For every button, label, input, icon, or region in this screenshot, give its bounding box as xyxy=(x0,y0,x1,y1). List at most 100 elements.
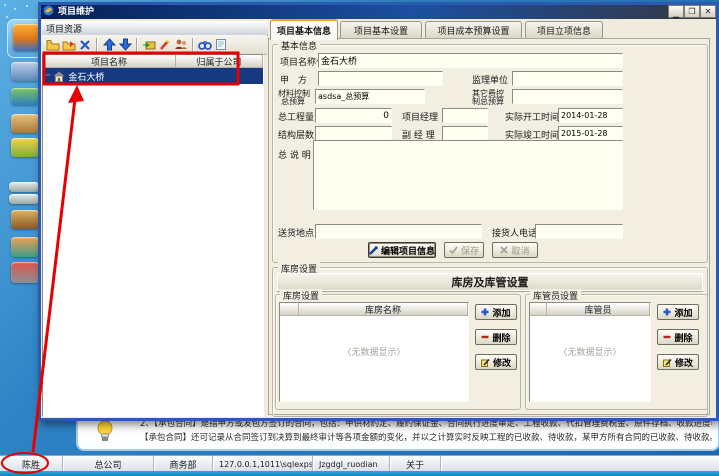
tab-project-basic-settings[interactable]: 项目基本设置 xyxy=(340,21,422,39)
actual-start-date-input[interactable] xyxy=(558,108,623,123)
assign-icon[interactable] xyxy=(141,37,157,53)
folder-edit-icon[interactable] xyxy=(61,37,77,53)
keeper-modify-button[interactable]: 修改 xyxy=(657,354,699,370)
deputy-manager-input[interactable] xyxy=(442,126,488,141)
minimize-button[interactable]: ▁ xyxy=(668,5,684,18)
materials-module-icon[interactable] xyxy=(11,88,39,105)
cancel-button-label: 取消 xyxy=(511,244,529,257)
keeper-add-button[interactable]: 添加 xyxy=(657,304,699,320)
actual-start-date-label: 实际开工时间 xyxy=(505,110,559,123)
bottom-blue-strip xyxy=(0,471,719,476)
statusbar-user: 陈胜 xyxy=(0,456,63,472)
people-module-icon[interactable] xyxy=(11,237,39,257)
user-assign-icon[interactable] xyxy=(173,37,189,53)
move-down-icon[interactable] xyxy=(117,37,133,53)
warehouse-modify-label: 修改 xyxy=(493,356,511,369)
edit-project-button-label: 编辑项目信息 xyxy=(381,244,435,257)
edit-pen-icon xyxy=(369,246,378,255)
worker-module-icon[interactable] xyxy=(13,24,40,51)
project-manager-input[interactable] xyxy=(442,108,488,123)
open-folder-icon[interactable] xyxy=(45,37,61,53)
close-button[interactable]: ✕ xyxy=(700,5,716,18)
report-icon[interactable] xyxy=(213,37,229,53)
tree-column-project-name[interactable]: 项目名称 xyxy=(43,55,176,67)
warehouse-list[interactable]: 库房名称 〈无数据显示〉 xyxy=(279,302,469,402)
money-module-icon[interactable] xyxy=(11,138,39,157)
tab-project-approval-info[interactable]: 项目立项信息 xyxy=(525,21,603,39)
save-check-icon xyxy=(449,246,458,254)
total-quantity-label: 总工程量 xyxy=(278,110,314,123)
supervision-unit-label: 监理单位 xyxy=(472,73,508,86)
statusbar-company: 总公司 xyxy=(63,456,154,472)
project-house-icon xyxy=(53,71,65,82)
structure-floors-label: 结构层数 xyxy=(278,128,314,141)
tab-project-basic-info[interactable]: 项目基本信息 xyxy=(270,19,338,40)
cards-coins-module-icon[interactable] xyxy=(11,210,39,229)
tree-row-selected[interactable]: ─ 金石大桥 xyxy=(43,68,263,84)
warehouse-list-header: 库房名称 xyxy=(280,303,468,316)
structure-floors-input[interactable] xyxy=(315,126,392,141)
tree-toolbar xyxy=(42,35,267,55)
modify-pencil-icon xyxy=(481,358,490,367)
cancel-button[interactable]: 取消 xyxy=(492,242,538,258)
desktop: 2、【承包合同】是指甲方或发包方签订的合同，包括：甲供材约定、履约保证金、合同执… xyxy=(0,0,719,476)
material-budget-input[interactable] xyxy=(315,89,425,104)
desktop-dots-pattern xyxy=(4,4,6,6)
eraser-pen-icon[interactable] xyxy=(157,37,173,53)
keeper-list-header: 库管员 xyxy=(530,303,650,316)
save-button[interactable]: 保存 xyxy=(444,242,484,258)
search-binoculars-icon[interactable] xyxy=(197,37,213,53)
toolbar-separator-3 xyxy=(192,38,194,52)
maximize-button[interactable]: ❐ xyxy=(684,5,700,18)
keeper-modify-label: 修改 xyxy=(675,356,693,369)
warehouse-name-column[interactable]: 库房名称 xyxy=(299,303,468,315)
party-a-input[interactable] xyxy=(318,71,443,86)
tree-header-row: 项目名称 归属于公司 xyxy=(43,55,263,68)
keeper-column[interactable]: 库管员 xyxy=(547,303,650,315)
project-name-input[interactable] xyxy=(318,53,623,68)
toolbox-module-icon[interactable] xyxy=(11,262,39,283)
toolbar-separator xyxy=(96,38,98,52)
statusbar-department: 商务部 xyxy=(154,456,213,472)
statusbar-about[interactable]: 关于 xyxy=(390,456,441,472)
server-list-icon-2[interactable] xyxy=(9,194,39,204)
other-fee-budget-input[interactable] xyxy=(512,89,623,104)
total-quantity-input[interactable] xyxy=(315,108,392,123)
tree-connector: ─ xyxy=(45,71,50,81)
edit-project-button[interactable]: 编辑项目信息 xyxy=(368,242,436,258)
general-notes-textarea[interactable] xyxy=(313,140,623,210)
warehouse-modify-button[interactable]: 修改 xyxy=(475,354,517,370)
app-icon xyxy=(43,5,54,16)
other-fee-budget-label-2: 制总预算 xyxy=(472,96,504,107)
remove-minus-icon xyxy=(481,333,489,341)
statusbar-server: 127.0.0.1,1011\sqlexps xyxy=(213,456,313,472)
keeper-remove-button[interactable]: 删除 xyxy=(657,329,699,345)
tab-project-cost-budget-settings[interactable]: 项目成本预算设置 xyxy=(425,21,522,39)
dialog-titlebar[interactable]: 项目维护 xyxy=(38,2,719,19)
delivery-place-input[interactable] xyxy=(315,224,482,239)
move-up-icon[interactable] xyxy=(101,37,117,53)
light-bulb-icon xyxy=(95,420,115,444)
actual-finish-date-input[interactable] xyxy=(558,126,623,141)
keeper-list-rowmark-column xyxy=(530,303,547,315)
keeper-list[interactable]: 库管员 〈无数据显示〉 xyxy=(529,302,651,402)
box-module-icon[interactable] xyxy=(11,114,39,133)
server-list-icon[interactable] xyxy=(9,182,39,192)
project-maintenance-dialog: 项目维护 ▁ ❐ ✕ 项目资源 xyxy=(38,2,719,421)
keeper-remove-label: 删除 xyxy=(674,331,692,344)
add-plus-icon xyxy=(481,308,489,316)
party-a-label: 甲 方 xyxy=(280,73,307,86)
keeper-add-label: 添加 xyxy=(674,306,692,319)
warehouse-add-button[interactable]: 添加 xyxy=(475,304,517,320)
warehouse-remove-button[interactable]: 删除 xyxy=(475,329,517,345)
warehouse-list-rowmark-column xyxy=(280,303,299,315)
machine-module-icon[interactable] xyxy=(11,62,39,81)
keeper-add-plus-icon xyxy=(663,308,671,316)
tree-column-company[interactable]: 归属于公司 xyxy=(176,55,263,67)
receiver-phone-input[interactable] xyxy=(535,224,623,239)
delete-icon[interactable] xyxy=(77,37,93,53)
statusbar-database: Jzgdgl_ruodian xyxy=(313,456,390,472)
supervision-unit-input[interactable] xyxy=(512,71,623,86)
project-tree: 项目名称 归属于公司 ─ 金石大桥 xyxy=(42,54,264,417)
warehouse-add-label: 添加 xyxy=(492,306,510,319)
